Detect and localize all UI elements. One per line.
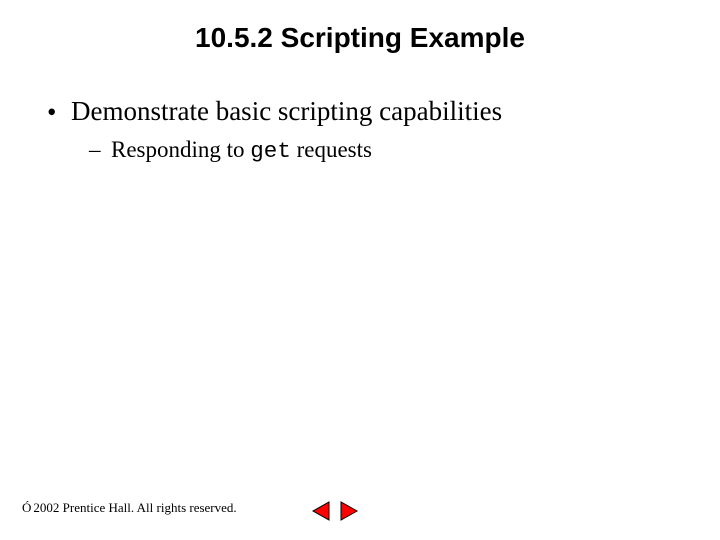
bullet-level-2: – Responding to get requests	[89, 135, 680, 166]
bullet-dot-icon: •	[47, 95, 56, 130]
footer-text: 2002 Prentice Hall. All rights reserved.	[33, 500, 236, 516]
footer: Ó 2002 Prentice Hall. All rights reserve…	[22, 500, 237, 516]
bullet-dash-icon: –	[89, 135, 101, 165]
bullet-level-2-code: get	[250, 138, 291, 164]
bullet-level-2-text-post: requests	[291, 137, 372, 162]
next-button[interactable]	[338, 500, 360, 522]
copyright-symbol: Ó	[22, 500, 31, 516]
triangle-right-icon	[338, 500, 360, 522]
prev-button[interactable]	[310, 500, 332, 522]
bullet-level-2-text-pre: Responding to	[111, 137, 250, 162]
slide-title: 10.5.2 Scripting Example	[0, 22, 720, 54]
bullet-level-1-text: Demonstrate basic scripting capabilities	[71, 96, 502, 126]
slide-body: • Demonstrate basic scripting capabiliti…	[45, 94, 680, 166]
bullet-level-1: • Demonstrate basic scripting capabiliti…	[45, 94, 680, 129]
nav-controls	[310, 500, 360, 522]
triangle-left-icon	[310, 500, 332, 522]
slide: 10.5.2 Scripting Example • Demonstrate b…	[0, 0, 720, 540]
